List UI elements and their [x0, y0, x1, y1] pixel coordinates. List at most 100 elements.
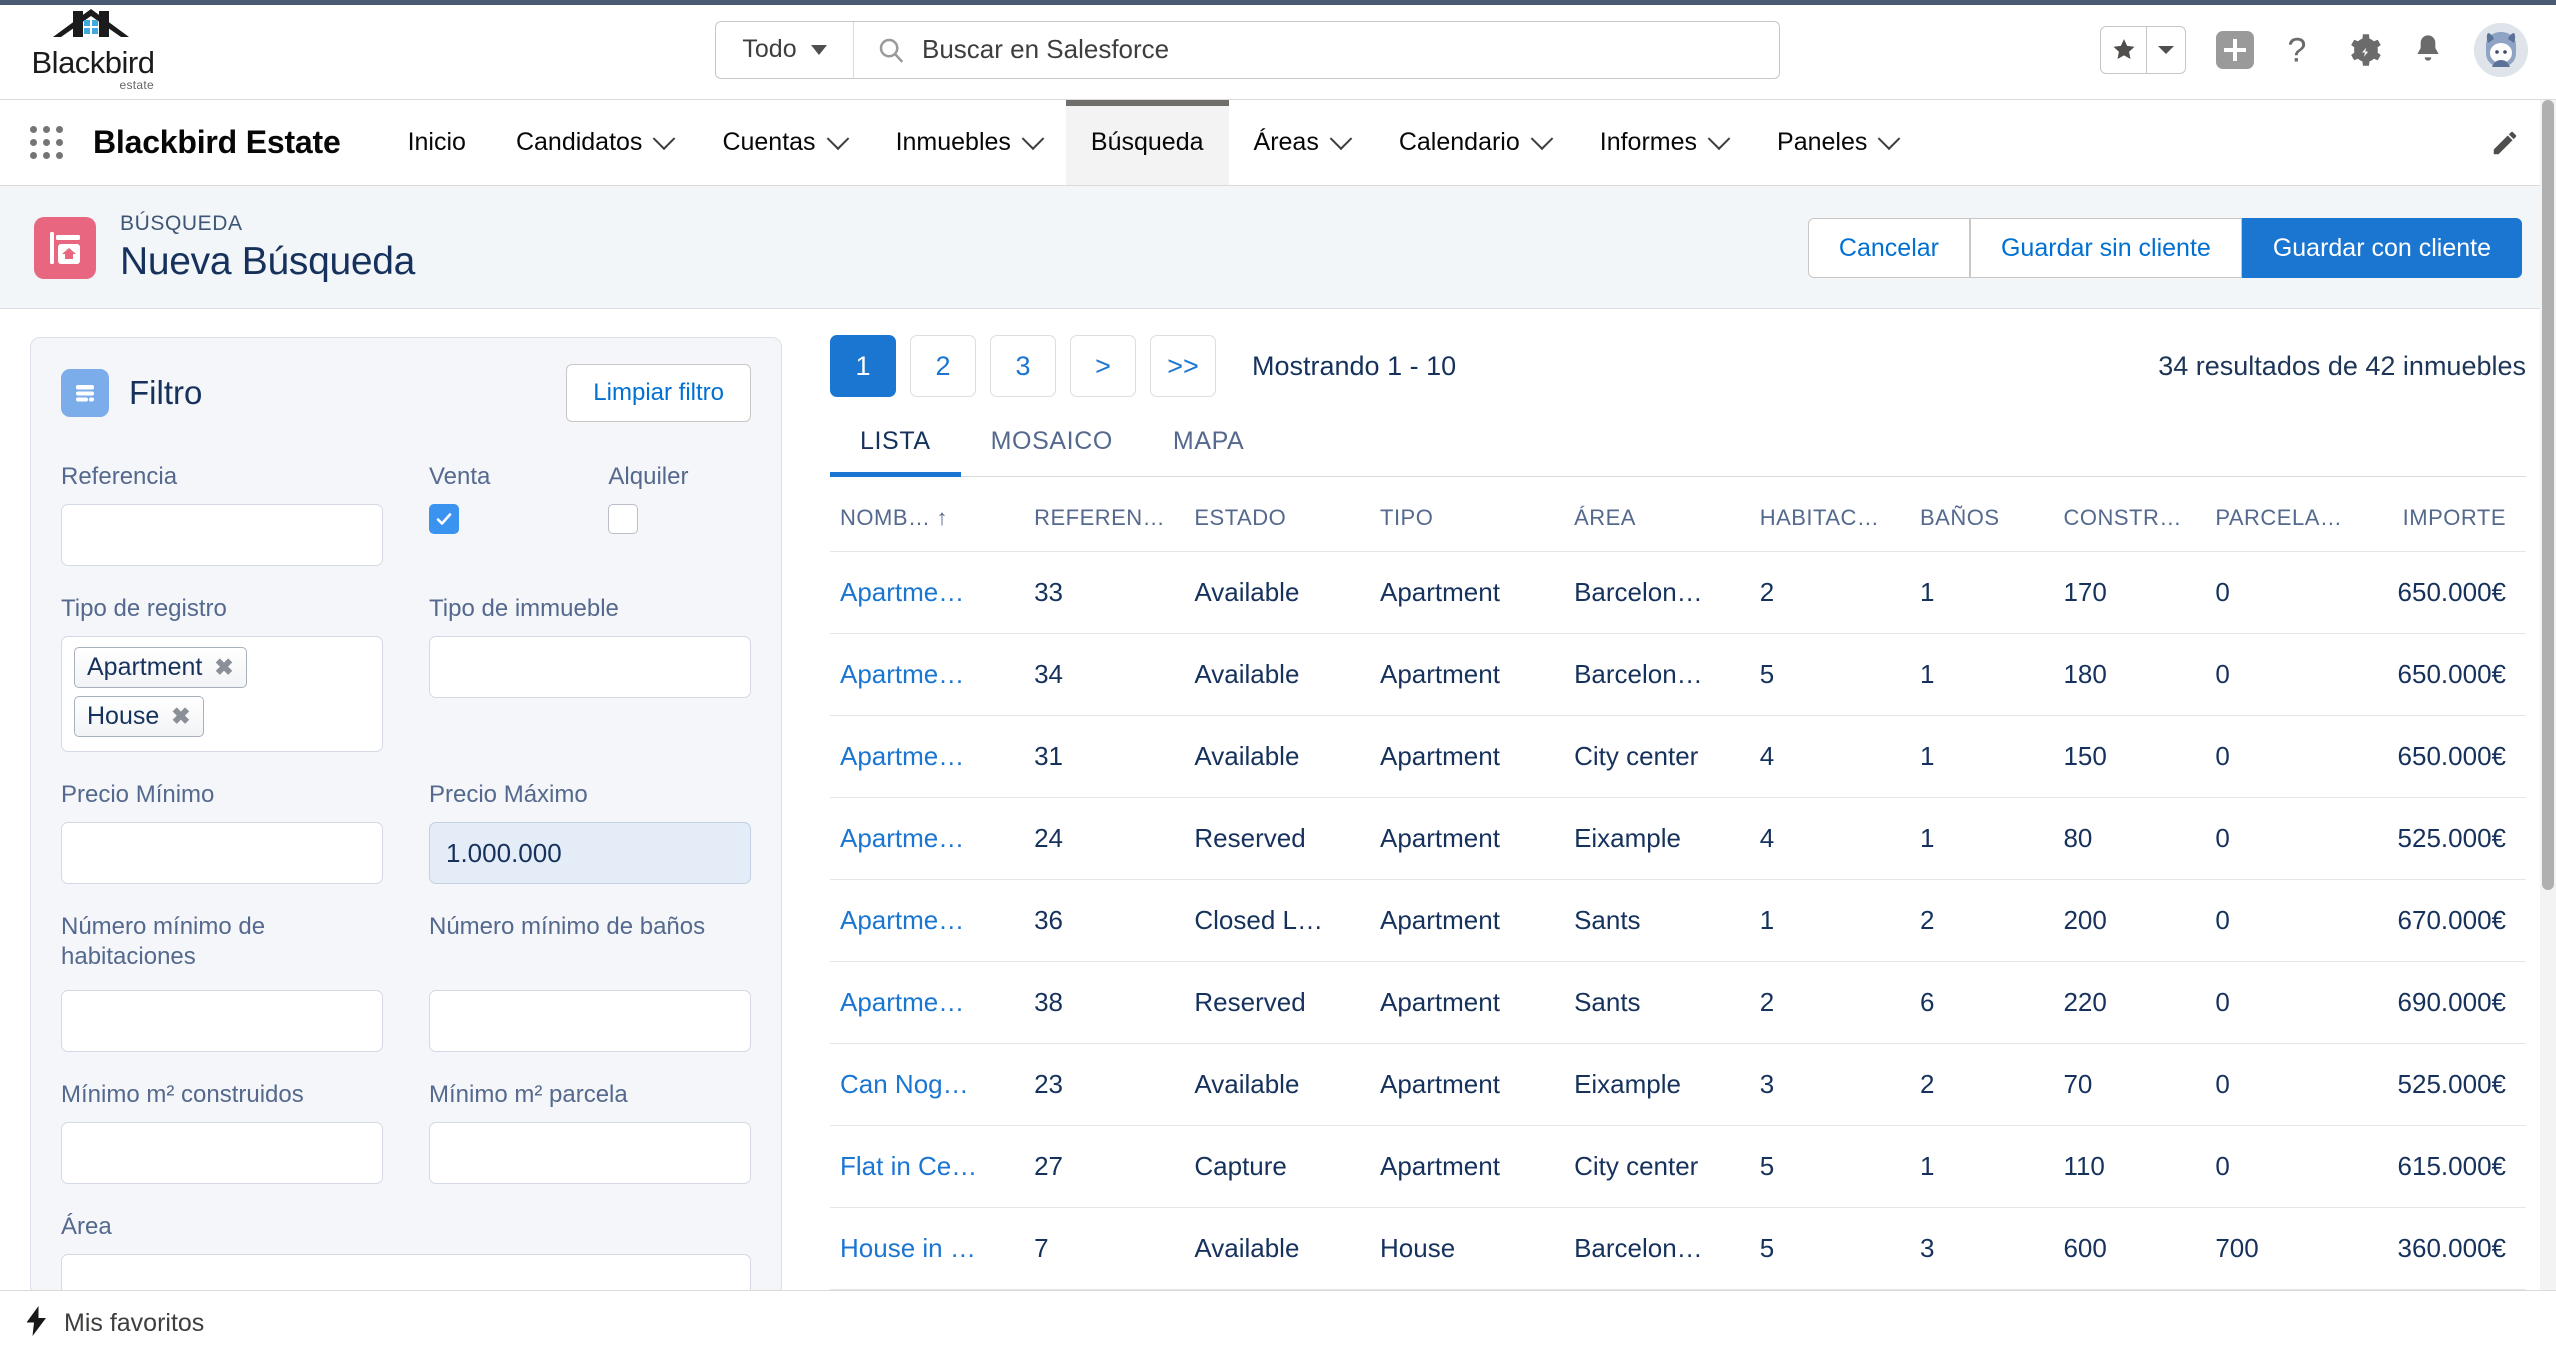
num-habitaciones-input[interactable]: [61, 990, 383, 1052]
referencia-input[interactable]: [61, 504, 383, 566]
tab-mapa[interactable]: MAPA: [1143, 427, 1274, 476]
cell-habitaciones: 2: [1749, 551, 1910, 634]
field-num-habitaciones: Número mínimo de habitaciones: [61, 912, 383, 1052]
cell-nombre[interactable]: Apartme…: [830, 551, 1025, 634]
col-header-habitaciones[interactable]: HABITAC…: [1749, 477, 1910, 552]
field-min-construidos: Mínimo m² construidos: [61, 1080, 383, 1184]
app-name-label[interactable]: Blackbird Estate: [93, 124, 341, 161]
nav-tab-busqueda[interactable]: Búsqueda: [1065, 100, 1229, 185]
global-search[interactable]: Todo: [715, 20, 1780, 79]
cell-nombre[interactable]: Flat in Ce…: [830, 1125, 1025, 1208]
venta-checkbox[interactable]: [429, 504, 459, 534]
vertical-scrollbar[interactable]: [2540, 100, 2556, 1290]
app-navigation-bar: Blackbird Estate Inicio Candidatos Cuent…: [0, 100, 2556, 186]
col-header-referencia[interactable]: REFEREN…: [1024, 477, 1185, 552]
utility-item-favorites[interactable]: Mis favoritos: [26, 1306, 204, 1341]
star-icon[interactable]: [2101, 26, 2147, 73]
page-button-2[interactable]: 2: [910, 335, 976, 397]
cell-referencia: 7: [1024, 1207, 1185, 1290]
close-icon[interactable]: ✖: [214, 654, 233, 681]
cell-importe: 615.000€: [2357, 1125, 2526, 1208]
tab-lista[interactable]: LISTA: [830, 427, 961, 477]
results-table: NOMB… ↑ REFEREN… ESTADO TIPO ÁREA HABITAC…: [830, 477, 2526, 1290]
question-mark-icon[interactable]: ?: [2284, 31, 2316, 69]
cancel-button[interactable]: Cancelar: [1807, 218, 1970, 278]
nav-tab-informes[interactable]: Informes: [1575, 100, 1752, 185]
plus-icon[interactable]: [2216, 30, 2254, 69]
table-row[interactable]: Apartme… 38 Reserved Apartment Sants 2 6 220 0 69…: [830, 961, 2526, 1044]
save-with-client-button[interactable]: Guardar con cliente: [2241, 218, 2522, 278]
pencil-icon[interactable]: [2490, 128, 2520, 158]
precio-maximo-input[interactable]: [429, 822, 751, 884]
cell-nombre[interactable]: Can Nog…: [830, 1043, 1025, 1126]
col-header-construidos[interactable]: CONSTR…: [2053, 477, 2206, 552]
min-parcela-input[interactable]: [429, 1122, 751, 1184]
field-label: Área: [61, 1213, 112, 1240]
nav-tab-cuentas[interactable]: Cuentas: [697, 100, 870, 185]
table-row[interactable]: Can Nog… 23 Available Apartment Eixample 3 2 70…: [830, 1043, 2526, 1126]
table-row[interactable]: Apartme… 24 Reserved Apartment Eixample 4 1 80 0…: [830, 797, 2526, 880]
alquiler-checkbox[interactable]: [608, 504, 639, 534]
nav-tab-calendario[interactable]: Calendario: [1374, 100, 1575, 185]
cell-nombre[interactable]: House in …: [830, 1207, 1025, 1290]
favorites-button-group[interactable]: [2100, 25, 2186, 74]
cell-construidos: 80: [2053, 797, 2206, 880]
nav-tab-candidatos[interactable]: Candidatos: [491, 100, 697, 185]
clear-filter-button[interactable]: Limpiar filtro: [566, 364, 751, 422]
scrollbar-thumb[interactable]: [2542, 100, 2554, 890]
search-scope-selector[interactable]: Todo: [716, 21, 854, 78]
field-num-banos: Número mínimo de baños: [429, 912, 751, 1052]
col-header-estado[interactable]: ESTADO: [1184, 477, 1370, 552]
tipo-registro-pillbox[interactable]: Apartment ✖ House ✖: [61, 636, 383, 752]
cell-nombre[interactable]: Apartme…: [830, 797, 1025, 880]
tipo-inmueble-input[interactable]: [429, 636, 751, 698]
page-button-3[interactable]: 3: [990, 335, 1056, 397]
nav-tab-areas[interactable]: Áreas: [1229, 100, 1374, 185]
col-header-banos[interactable]: BAÑOS: [1910, 477, 2054, 552]
cell-area: Sants: [1564, 879, 1750, 962]
col-header-parcela[interactable]: PARCELA…: [2205, 477, 2358, 552]
close-icon[interactable]: ✖: [171, 703, 190, 730]
cell-construidos: 600: [2053, 1207, 2206, 1290]
nav-tab-label: Áreas: [1253, 128, 1319, 156]
pill-apartment[interactable]: Apartment ✖: [74, 647, 247, 688]
table-row[interactable]: Apartme… 31 Available Apartment City center 4…: [830, 715, 2526, 798]
table-row[interactable]: Flat in Ce… 27 Capture Apartment City center…: [830, 1125, 2526, 1208]
favorites-chevron-down-icon[interactable]: [2147, 27, 2185, 73]
bell-icon[interactable]: [2412, 32, 2444, 68]
save-without-client-button[interactable]: Guardar sin cliente: [1969, 218, 2242, 278]
col-header-importe[interactable]: IMPORTE: [2357, 477, 2526, 552]
cell-construidos: 200: [2053, 879, 2206, 962]
cell-nombre[interactable]: Apartme…: [830, 715, 1025, 798]
cell-banos: 6: [1910, 961, 2054, 1044]
table-row[interactable]: Apartme… 33 Available Apartment Barcelon… 2 1 1…: [830, 551, 2526, 634]
table-row[interactable]: Apartme… 36 Closed L… Apartment Sants 1 2 200 0 6…: [830, 879, 2526, 962]
page-button-1[interactable]: 1: [830, 335, 896, 397]
nav-tab-paneles[interactable]: Paneles: [1752, 100, 1922, 185]
table-row[interactable]: Apartme… 34 Available Apartment Barcelon… 5 1 1…: [830, 633, 2526, 716]
cell-referencia: 38: [1024, 961, 1185, 1044]
cell-nombre[interactable]: Apartme…: [830, 879, 1025, 962]
app-launcher-icon[interactable]: [30, 126, 63, 159]
min-construidos-input[interactable]: [61, 1122, 383, 1184]
gear-icon[interactable]: [2346, 32, 2382, 68]
next-page-button[interactable]: >: [1070, 335, 1136, 397]
precio-minimo-input[interactable]: [61, 822, 383, 884]
cell-tipo: Apartment: [1370, 797, 1565, 880]
global-header: Blackbird estate Todo Buscar en Salesfor…: [0, 0, 2556, 100]
avatar[interactable]: [2474, 22, 2528, 77]
cell-nombre[interactable]: Apartme…: [830, 633, 1025, 716]
num-banos-input[interactable]: [429, 990, 751, 1052]
last-page-button[interactable]: >>: [1150, 335, 1216, 397]
pill-house[interactable]: House ✖: [74, 696, 204, 737]
search-input[interactable]: [922, 34, 1779, 65]
nav-tab-inmuebles[interactable]: Inmuebles: [871, 100, 1066, 185]
tab-mosaico[interactable]: MOSAICO: [961, 427, 1143, 476]
col-header-nombre[interactable]: NOMB… ↑: [830, 477, 1025, 552]
cell-nombre[interactable]: Apartme…: [830, 961, 1025, 1044]
company-logo[interactable]: Blackbird estate: [28, 7, 158, 92]
table-row[interactable]: House in … 7 Available House Barcelon… 5 3 600 7…: [830, 1207, 2526, 1290]
col-header-tipo[interactable]: TIPO: [1370, 477, 1565, 552]
col-header-area[interactable]: ÁREA: [1564, 477, 1750, 552]
nav-tab-inicio[interactable]: Inicio: [383, 100, 491, 185]
